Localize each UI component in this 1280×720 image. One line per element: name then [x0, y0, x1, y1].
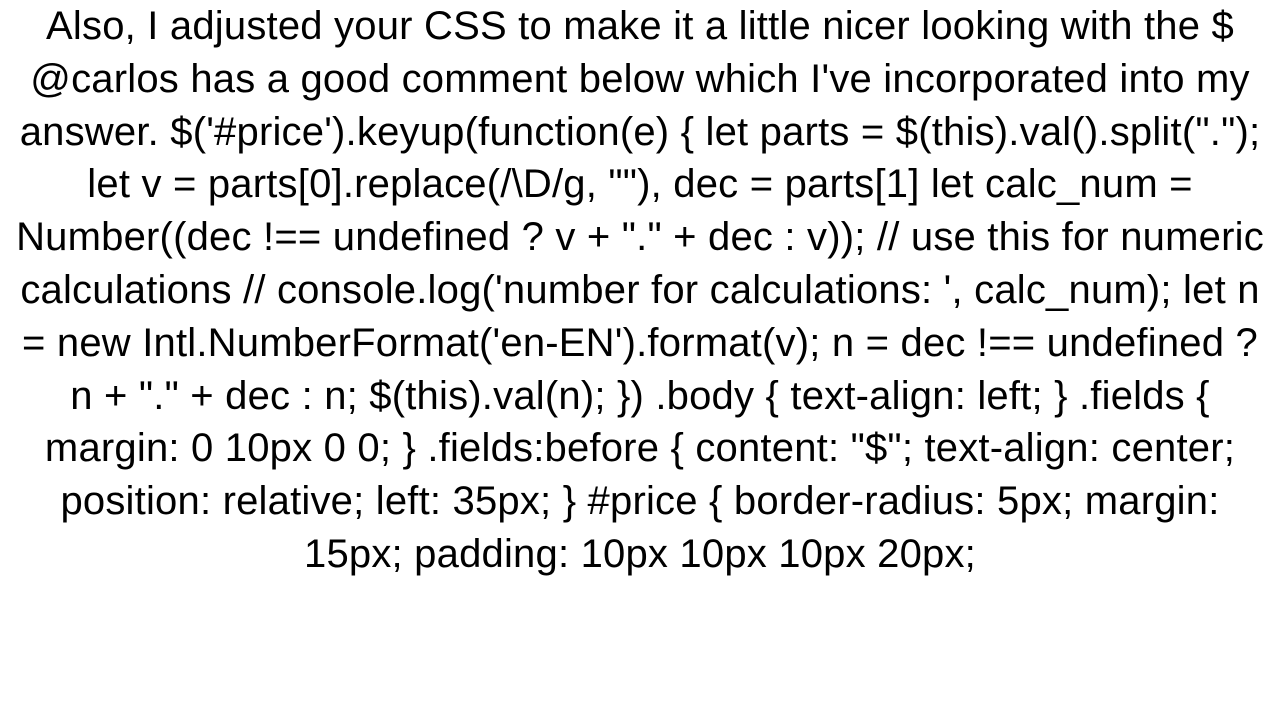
answer-body-text: Also, I adjusted your CSS to make it a l… [0, 0, 1280, 581]
